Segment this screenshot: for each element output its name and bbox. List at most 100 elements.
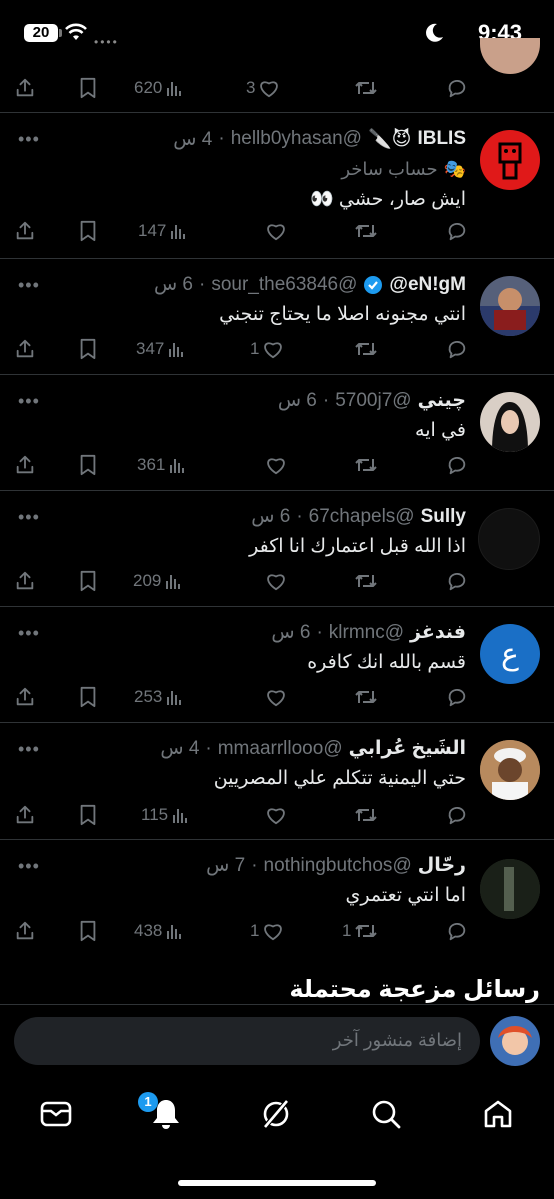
reply-button[interactable] — [446, 219, 468, 243]
search-icon — [372, 1100, 401, 1129]
more-options-button[interactable]: ••• — [18, 623, 40, 644]
retweet-button[interactable] — [354, 219, 378, 243]
bookmark-button[interactable] — [78, 919, 98, 943]
share-button[interactable] — [14, 337, 36, 361]
retweet-icon — [355, 459, 377, 471]
like-button[interactable]: 1 — [250, 919, 284, 943]
tweet[interactable]: ••• چيني @5700j7 · 6 س في ايه 361 — [0, 375, 554, 490]
nav-messages[interactable] — [36, 1094, 76, 1134]
reply-button[interactable] — [446, 569, 468, 593]
timestamp: 6 س — [153, 274, 193, 295]
like-button[interactable] — [262, 803, 287, 827]
views-icon — [167, 691, 182, 705]
more-options-button[interactable]: ••• — [18, 856, 40, 877]
timestamp: 6 س — [277, 390, 317, 411]
more-options-button[interactable]: ••• — [18, 391, 40, 412]
section-title[interactable]: رسائل مزعجة محتملة — [289, 975, 540, 1004]
display-name: IBLIS — [417, 128, 466, 149]
reply-button[interactable] — [446, 76, 468, 100]
views-button[interactable]: 361 — [137, 453, 186, 477]
like-button[interactable] — [262, 685, 287, 709]
avatar[interactable] — [478, 508, 540, 570]
views-button[interactable]: 620 — [134, 76, 183, 100]
tweet-text: حتي اليمنية تتكلم علي المصريين — [213, 768, 466, 789]
retweet-button[interactable]: 1 — [342, 919, 378, 943]
tweet[interactable]: ••• IBLIS 😈🔪 @hellb0yhasan · 4 س 🎭 حساب … — [0, 113, 554, 258]
timestamp: 6 س — [251, 506, 291, 527]
reply-icon — [448, 340, 466, 359]
more-options-button[interactable]: ••• — [18, 739, 40, 760]
share-button[interactable] — [14, 569, 36, 593]
share-button[interactable] — [14, 76, 36, 100]
more-options-button[interactable]: ••• — [18, 129, 40, 150]
nav-grok[interactable] — [256, 1094, 296, 1134]
bookmark-button[interactable] — [78, 76, 98, 100]
retweet-button[interactable] — [354, 569, 378, 593]
reply-button[interactable] — [446, 803, 468, 827]
more-options-button[interactable]: ••• — [18, 275, 40, 296]
avatar[interactable] — [480, 392, 540, 452]
more-options-button[interactable]: ••• — [18, 507, 40, 528]
like-button[interactable] — [262, 569, 287, 593]
retweet-button[interactable] — [354, 453, 378, 477]
likes-count: 1 — [250, 339, 260, 358]
retweet-button[interactable] — [354, 803, 378, 827]
views-button[interactable]: 347 — [136, 337, 185, 361]
tweet-text: قسم بالله انك كافره — [307, 652, 466, 673]
share-button[interactable] — [14, 685, 36, 709]
share-button[interactable] — [14, 453, 36, 477]
emoji: 😈🔪 — [367, 129, 412, 150]
bookmark-button[interactable] — [78, 803, 98, 827]
bookmark-icon — [80, 220, 96, 242]
retweet-button[interactable] — [354, 685, 378, 709]
my-avatar[interactable] — [490, 1016, 540, 1066]
reply-compose-input[interactable]: إضافة منشور آخر — [14, 1017, 480, 1065]
tweet[interactable]: ••• الشَيخ عُرابي @mmaarrllooo · 4 س حتي… — [0, 723, 554, 839]
share-button[interactable] — [14, 803, 36, 827]
like-button[interactable]: 3 — [246, 76, 280, 100]
avatar[interactable] — [480, 740, 540, 800]
reply-button[interactable] — [446, 919, 468, 943]
reply-button[interactable] — [446, 453, 468, 477]
handle: @67chapels — [308, 505, 415, 527]
views-button[interactable]: 209 — [133, 569, 182, 593]
share-button[interactable] — [14, 919, 36, 943]
verified-badge-icon — [364, 275, 383, 294]
avatar[interactable] — [480, 276, 540, 336]
share-button[interactable] — [14, 219, 36, 243]
tweet[interactable]: ••• eN!gM@ @sour_the63846 · 6 س انتي مجن… — [0, 259, 554, 374]
views-button[interactable]: 253 — [134, 685, 183, 709]
reply-button[interactable] — [446, 685, 468, 709]
like-button[interactable] — [262, 219, 287, 243]
views-button[interactable]: 115 — [141, 803, 189, 827]
bookmark-button[interactable] — [78, 219, 98, 243]
like-button[interactable]: 1 — [250, 337, 284, 361]
display-name: فندغز — [410, 622, 466, 643]
share-icon — [16, 805, 34, 824]
bookmark-icon — [80, 570, 96, 592]
retweet-icon — [355, 925, 378, 937]
reply-button[interactable] — [446, 337, 468, 361]
avatar[interactable] — [480, 130, 540, 190]
mail-icon — [40, 1101, 72, 1127]
nav-search[interactable] — [366, 1094, 406, 1134]
avatar[interactable]: ع — [480, 624, 540, 684]
tweet[interactable]: ••• Sully @67chapels · 6 س اذا الله قبل … — [0, 491, 554, 606]
tweet-header: رحّال @nothingbutchos · 7 س — [206, 854, 466, 877]
nav-home[interactable] — [478, 1094, 518, 1134]
bookmark-button[interactable] — [78, 453, 98, 477]
divider — [0, 1004, 554, 1005]
bookmark-button[interactable] — [78, 685, 98, 709]
tweet[interactable]: ع ••• فندغز @klrmnc · 6 س قسم بالله انك … — [0, 607, 554, 722]
bookmark-button[interactable] — [78, 337, 98, 361]
views-button[interactable]: 438 — [134, 919, 183, 943]
tweet[interactable]: ••• رحّال @nothingbutchos · 7 س اما انتي… — [0, 840, 554, 960]
views-button[interactable]: 147 — [138, 219, 187, 243]
avatar[interactable] — [480, 859, 540, 919]
moon-icon — [426, 23, 443, 42]
retweet-button[interactable] — [354, 76, 378, 100]
like-button[interactable] — [262, 453, 287, 477]
bookmark-button[interactable] — [78, 569, 98, 593]
retweet-button[interactable] — [354, 337, 378, 361]
tweet-text: ايش صار، حشي 👀 — [309, 189, 466, 210]
